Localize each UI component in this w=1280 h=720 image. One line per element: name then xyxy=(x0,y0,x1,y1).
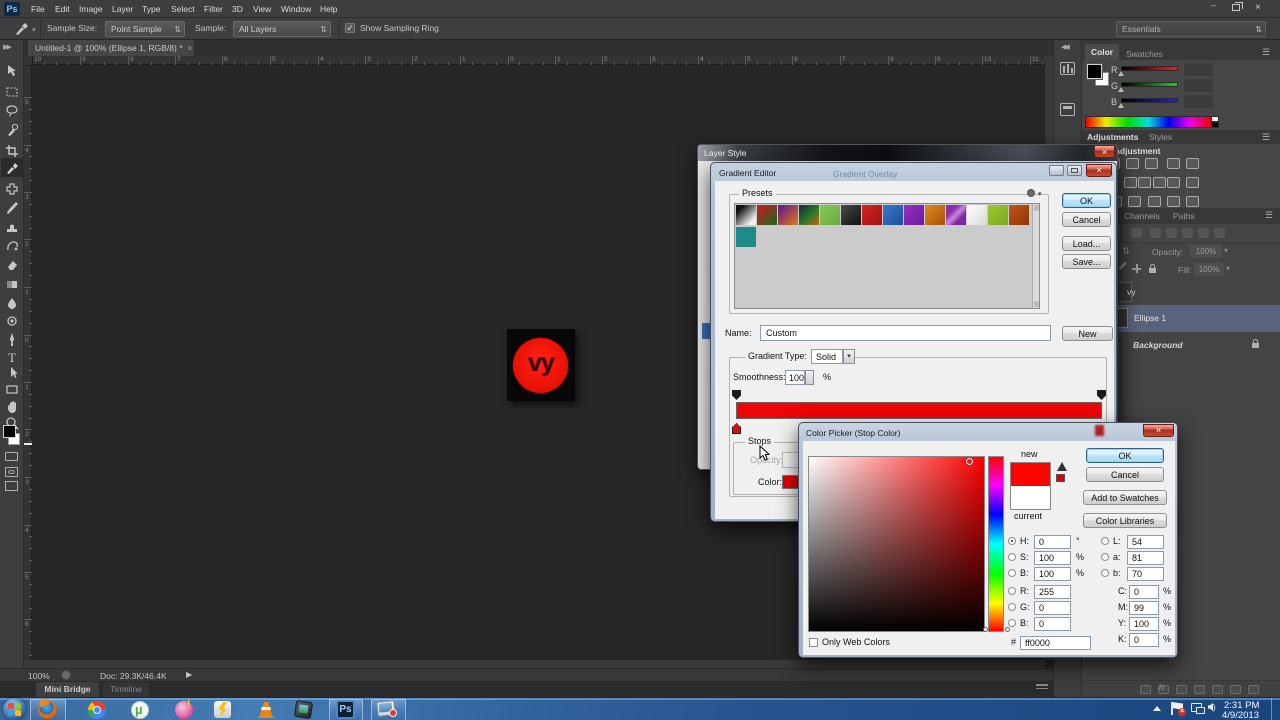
svg-text:T: T xyxy=(8,350,16,364)
